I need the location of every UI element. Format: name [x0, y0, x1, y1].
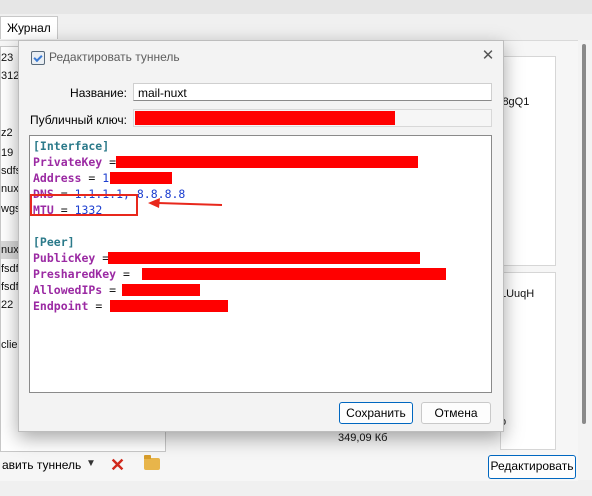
interface-header: [Interface] [33, 139, 110, 153]
private-key-key: PrivateKey [33, 155, 103, 169]
close-icon[interactable]: ✕ [479, 47, 497, 65]
interface-card [500, 56, 556, 266]
list-item[interactable]: fsdf [1, 281, 19, 293]
tunnel-config-icon [31, 51, 45, 65]
endpoint-key: Endpoint [33, 299, 89, 313]
main-tabs: Журнал [0, 14, 592, 40]
folder-icon[interactable] [144, 455, 160, 470]
name-label: Название: [70, 86, 127, 100]
redaction-mark [108, 252, 420, 264]
redaction-mark [142, 268, 446, 280]
save-button[interactable]: Сохранить [339, 402, 413, 424]
chevron-down-icon[interactable]: ▼ [86, 458, 96, 469]
edit-button[interactable]: Редактировать [488, 455, 576, 479]
peer-key-fragment: LUuqH [500, 288, 535, 300]
config-editor[interactable]: [Interface] PrivateKey = Address = 1 DNS… [29, 135, 492, 393]
main-scrollbar[interactable] [578, 40, 592, 480]
interface-header-line: [Interface] [33, 138, 109, 154]
public-key-fragment: l8gQ1 [500, 96, 530, 108]
address-line: Address = 1 [33, 171, 110, 185]
peer-header-line: [Peer] [33, 234, 75, 250]
edit-tunnel-dialog: Редактировать туннель ✕ Название: mail-n… [18, 40, 504, 432]
list-item[interactable]: 312 [1, 70, 19, 82]
list-item[interactable]: z2 [1, 127, 13, 139]
list-item[interactable]: 19 [1, 147, 13, 159]
cancel-button[interactable]: Отмена [421, 402, 491, 424]
window-top-strip [0, 0, 592, 14]
allowed-ips-key: AllowedIPs [33, 283, 103, 297]
address-prefix: 1 [102, 171, 110, 185]
name-input[interactable]: mail-nuxt [133, 83, 492, 101]
dialog-titlebar[interactable]: Редактировать туннель ✕ [19, 41, 503, 73]
dialog-title: Редактировать туннель [49, 50, 180, 64]
endpoint-line: Endpoint = 1 [33, 298, 116, 314]
list-item[interactable]: fsdf [1, 263, 19, 275]
redaction-mark [135, 111, 395, 125]
annotation-arrow-icon [148, 198, 223, 208]
tab-log[interactable]: Журнал [0, 16, 58, 39]
list-item[interactable]: 22 [1, 299, 13, 311]
redaction-mark [110, 172, 172, 184]
mtu-highlight-box [30, 194, 138, 216]
peer-header: [Peer] [33, 235, 75, 249]
allowed-ips-line: AllowedIPs = [33, 283, 124, 297]
scrollbar-thumb[interactable] [582, 44, 586, 424]
preshared-key-key: PresharedKey [33, 267, 117, 281]
public-key-key: PublicKey [33, 251, 96, 265]
public-key-line: PublicKey = [33, 251, 110, 265]
transfer-size: 349,09 Кб [338, 432, 388, 444]
list-item[interactable]: 23 [1, 52, 13, 64]
delete-icon[interactable]: ✕ [110, 456, 128, 474]
list-item-selected[interactable]: nux [1, 241, 19, 259]
redaction-mark [116, 156, 418, 168]
pubkey-label: Публичный ключ: [29, 113, 127, 127]
bottom-toolbar: авить туннель ▼ ✕ Редактировать [0, 450, 592, 480]
redaction-mark [110, 300, 228, 312]
private-key-line: PrivateKey = [33, 155, 117, 169]
redaction-mark [122, 284, 200, 296]
address-key: Address [33, 171, 82, 185]
preshared-key-line: PresharedKey = [33, 267, 130, 281]
